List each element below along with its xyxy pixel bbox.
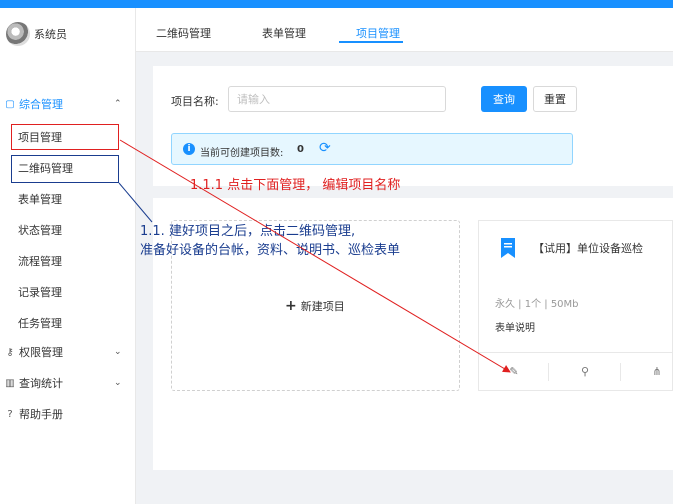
document-icon: ▢	[5, 98, 15, 110]
sidebar-group-general[interactable]: ▢ 综合管理 ⌃	[0, 92, 136, 116]
user-profile[interactable]: 系统员	[6, 22, 67, 46]
project-card-actions: ✎ ⚲ ⋔	[478, 352, 673, 390]
new-project-button[interactable]: + 新建项目	[285, 298, 345, 314]
sidebar-group-label: 权限管理	[19, 346, 63, 359]
info-icon: i	[183, 143, 195, 155]
bar-chart-icon: ▥	[5, 377, 15, 389]
action-divider	[620, 363, 621, 381]
plus-icon: +	[285, 298, 297, 314]
chevron-up-icon: ⌃	[114, 99, 122, 109]
user-permission-icon[interactable]: ⚲	[578, 365, 592, 379]
bookmark-icon	[501, 238, 515, 261]
edit-icon[interactable]: ✎	[507, 365, 521, 379]
tab-project[interactable]: 项目管理	[356, 25, 400, 41]
sidebar-group-stats[interactable]: ▥ 查询统计 ⌄	[0, 371, 136, 395]
annotation-red: 1.1.1 点击下面管理， 编辑项目名称	[190, 178, 401, 193]
refresh-icon[interactable]: ⟳	[319, 140, 331, 156]
project-name-input[interactable]	[228, 86, 446, 112]
tab-active-indicator	[339, 41, 403, 43]
sidebar-item-status[interactable]: 状态管理	[18, 222, 62, 238]
top-bar	[0, 0, 673, 8]
alert-text: 当前可创建项目数:	[200, 148, 284, 159]
highlight-box-qrcode	[11, 155, 119, 183]
user-name: 系统员	[34, 28, 67, 41]
tab-bar	[136, 8, 673, 52]
new-project-label: 新建项目	[300, 300, 345, 313]
sidebar-group-label: 查询统计	[19, 377, 63, 390]
sidebar-group-label: 综合管理	[19, 98, 63, 111]
help-circle-icon: ?	[7, 408, 13, 420]
annotation-blue-line2: 准备好设备的台帐，资料、说明书、巡检表单	[140, 243, 401, 258]
filter-panel	[153, 66, 673, 186]
annotation-blue: 1.1. 建好项目之后，点击二维码管理, 准备好设备的台帐，资料、说明书、巡检表…	[140, 222, 400, 260]
project-meta: 永久 | 1个 | 50Mb	[495, 299, 579, 310]
sidebar-item-form[interactable]: 表单管理	[18, 191, 62, 207]
share-nodes-icon[interactable]: ⋔	[650, 365, 664, 379]
sidebar-group-permissions[interactable]: ⚷ 权限管理 ⌄	[0, 340, 136, 364]
sidebar-group-help[interactable]: ? 帮助手册	[0, 402, 136, 426]
highlight-box-project	[11, 124, 119, 150]
project-quota-count: 0	[297, 144, 304, 155]
chevron-down-icon: ⌄	[114, 347, 122, 357]
project-name-label: 项目名称:	[171, 95, 219, 108]
project-title: 【试用】单位设备巡检	[533, 242, 643, 255]
avatar	[6, 22, 30, 46]
chevron-down-icon: ⌄	[114, 378, 122, 388]
sidebar-item-records[interactable]: 记录管理	[18, 284, 62, 300]
tab-form[interactable]: 表单管理	[262, 25, 306, 41]
info-alert: i 当前可创建项目数: 0 ⟳	[171, 133, 573, 165]
sidebar-item-tasks[interactable]: 任务管理	[18, 315, 62, 331]
user-key-icon: ⚷	[6, 346, 14, 358]
annotation-blue-line1: 1.1. 建好项目之后，点击二维码管理,	[140, 224, 356, 239]
search-button[interactable]: 查询	[481, 86, 527, 112]
sidebar-group-label: 帮助手册	[19, 408, 63, 421]
sidebar-item-workflow[interactable]: 流程管理	[18, 253, 62, 269]
tab-qrcode[interactable]: 二维码管理	[156, 25, 211, 41]
action-divider	[548, 363, 549, 381]
reset-button[interactable]: 重置	[533, 86, 577, 112]
project-description: 表单说明	[495, 323, 535, 334]
